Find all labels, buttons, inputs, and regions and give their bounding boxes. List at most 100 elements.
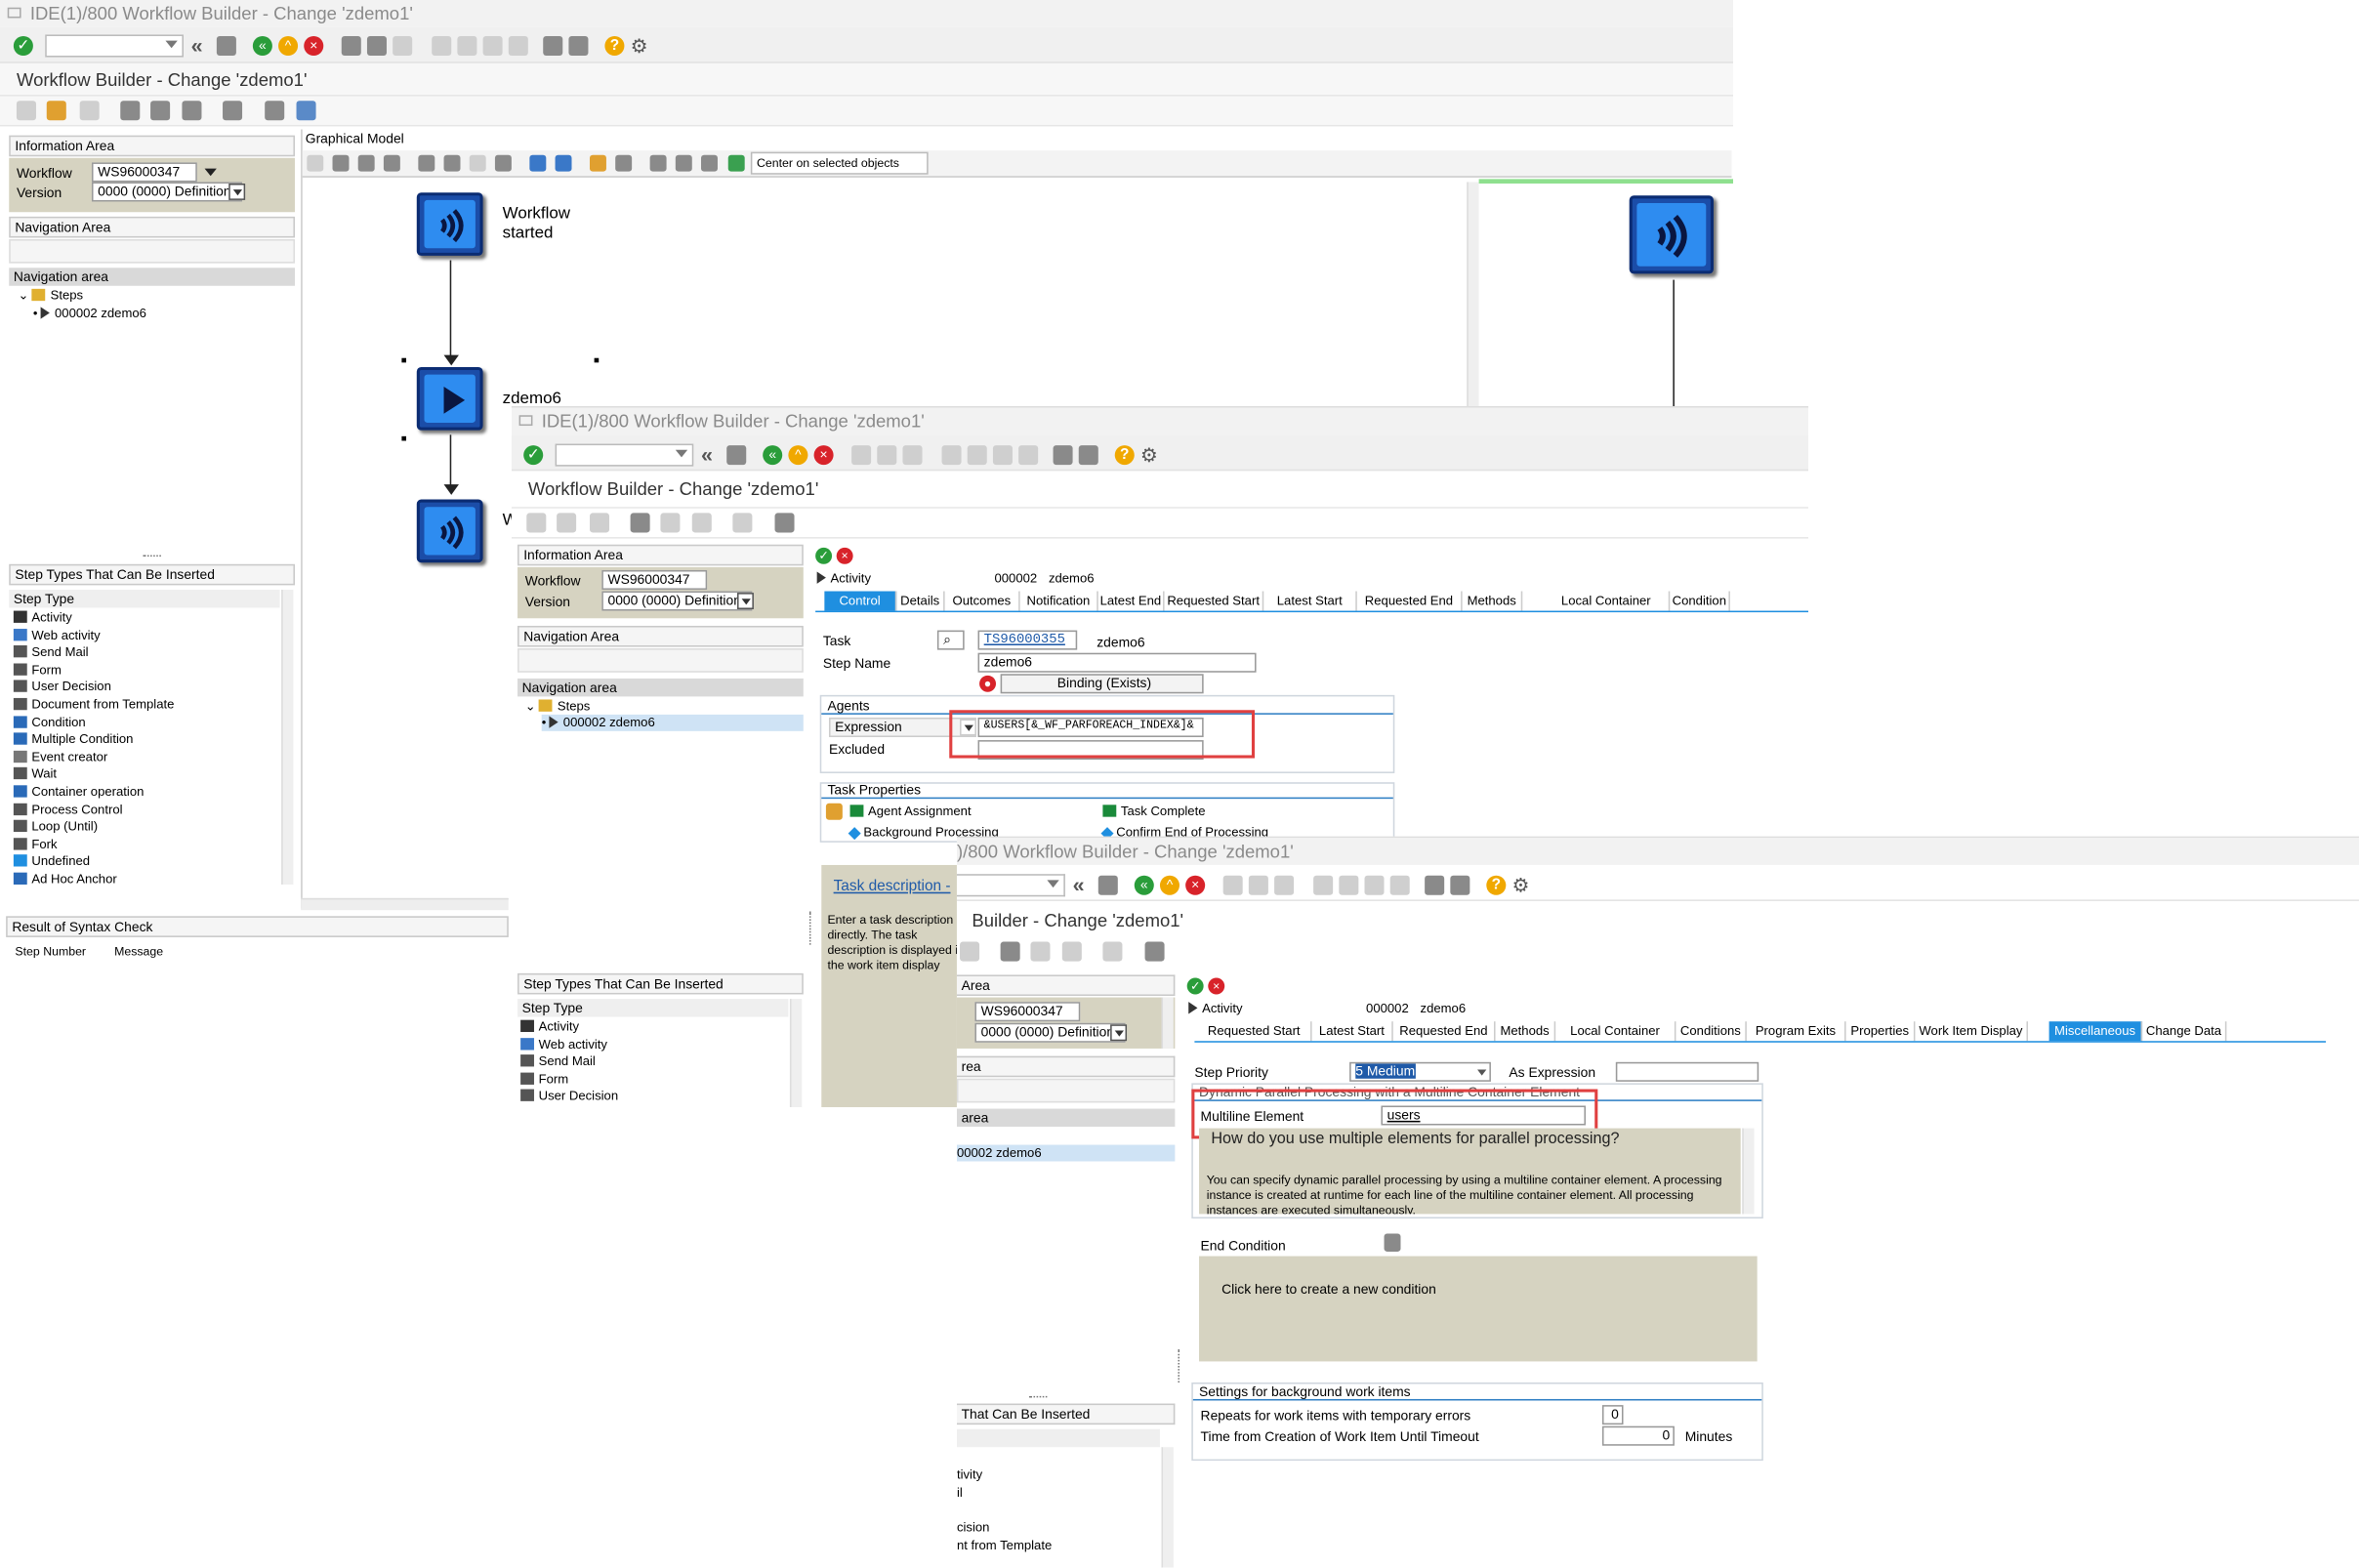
back-icon[interactable]: « (1134, 875, 1154, 895)
version-dropdown-icon[interactable] (228, 183, 246, 200)
step-priority-dropdown-icon[interactable] (1477, 1069, 1487, 1076)
trash-icon[interactable] (1384, 1233, 1401, 1252)
activate-icon[interactable] (150, 101, 171, 121)
first-page-icon[interactable] (1313, 875, 1334, 895)
tab-requested-start[interactable]: Requested Start (1165, 591, 1264, 611)
help-scrollbar[interactable] (1742, 1128, 1755, 1215)
graph-new-icon[interactable] (307, 154, 324, 172)
activate-icon[interactable] (1030, 941, 1051, 962)
find-icon[interactable] (366, 35, 387, 57)
exit-icon[interactable]: ^ (1159, 875, 1180, 895)
close-icon[interactable]: × (1208, 977, 1225, 995)
command-field[interactable] (956, 874, 1065, 897)
tab-change-data[interactable]: Change Data (2142, 1021, 2227, 1042)
other-icon[interactable] (589, 513, 610, 533)
tab-outcomes[interactable]: Outcomes (945, 591, 1020, 611)
print-icon[interactable] (1222, 875, 1243, 895)
task-field[interactable]: TS96000355 (977, 630, 1078, 650)
tab-details[interactable]: Details (896, 591, 945, 611)
tab-miscellaneous[interactable]: Miscellaneous (2049, 1021, 2143, 1042)
save-icon[interactable] (1097, 875, 1118, 895)
gear-icon[interactable]: ⚙ (1512, 876, 1532, 895)
first-page-icon[interactable] (941, 445, 962, 466)
save-icon[interactable] (726, 445, 747, 466)
graph-paste-icon[interactable] (469, 154, 486, 172)
collapse-icon[interactable]: « (1073, 874, 1093, 895)
find-icon[interactable] (877, 445, 897, 466)
tab-conditions[interactable]: Conditions (1676, 1021, 1747, 1042)
workflow-field[interactable]: WS96000347 (601, 569, 708, 590)
step-type-item[interactable]: Form (520, 1071, 568, 1088)
graph-search-icon[interactable] (357, 154, 375, 172)
print-icon[interactable] (341, 35, 361, 57)
workflow-start-node[interactable] (416, 192, 483, 256)
step-type-item[interactable]: Web activity (520, 1036, 607, 1052)
tab-notification[interactable]: Notification (1020, 591, 1098, 611)
step-priority-field[interactable]: 5 Medium (1349, 1061, 1491, 1082)
step-type-item[interactable]: Send Mail (520, 1053, 596, 1070)
last-page-icon[interactable] (1018, 445, 1039, 466)
new-session-icon[interactable] (1053, 445, 1073, 466)
test-icon[interactable] (691, 513, 712, 533)
close-icon[interactable]: × (836, 547, 853, 564)
shortcut-icon[interactable] (568, 35, 589, 57)
step-name-field[interactable]: zdemo6 (977, 652, 1257, 673)
graph-delete-icon[interactable] (383, 154, 400, 172)
tab-latest-end[interactable]: Latest End (1098, 591, 1165, 611)
step-types-scrollbar[interactable] (281, 589, 294, 885)
step-type-item[interactable]: Activity (520, 1018, 579, 1035)
graph-copy-icon[interactable] (443, 154, 461, 172)
step-type-item[interactable]: User Decision (520, 1089, 618, 1105)
workflow-field[interactable]: WS96000347 (91, 162, 197, 183)
w3-info-scroll[interactable] (1161, 997, 1174, 1049)
tree-steps[interactable]: ⌄ Steps (18, 287, 83, 304)
step-type-item[interactable]: Document from Template (13, 696, 174, 713)
condition-area[interactable]: Click here to create a new condition (1199, 1256, 1758, 1362)
next-page-icon[interactable] (992, 445, 1013, 466)
version-field[interactable]: 0000 (0000) Definition (974, 1022, 1126, 1043)
step-type-item[interactable]: Event creator (13, 749, 107, 765)
cancel-icon[interactable]: × (813, 445, 834, 466)
display-icon[interactable] (296, 101, 316, 121)
step-type-item[interactable]: cision (957, 1519, 989, 1536)
test-icon[interactable] (182, 101, 202, 121)
step-type-item[interactable]: il (957, 1485, 963, 1502)
w2-tree-step-item[interactable]: • 000002 zdemo6 (541, 714, 804, 731)
check-icon[interactable] (630, 513, 650, 533)
prev-page-icon[interactable] (1339, 875, 1359, 895)
graph-print-icon[interactable] (494, 154, 512, 172)
prev-page-icon[interactable] (967, 445, 987, 466)
last-page-icon[interactable] (508, 35, 528, 57)
gear-icon[interactable]: ⚙ (631, 36, 650, 56)
center-button[interactable]: Center on selected objects (750, 151, 929, 175)
tree-step-item[interactable]: • 000002 zdemo6 (33, 306, 146, 322)
open-icon[interactable] (46, 101, 66, 121)
tab-requested-end[interactable]: Requested End (1393, 1021, 1496, 1042)
tab-requested-end[interactable]: Requested End (1357, 591, 1463, 611)
binding-button[interactable]: Binding (Exists) (1000, 674, 1204, 694)
find-icon[interactable] (1248, 875, 1268, 895)
panel-hscroll[interactable] (301, 897, 509, 911)
other-icon[interactable] (79, 101, 100, 121)
graph-scrollbar[interactable] (1467, 182, 1479, 408)
w3-tree-step-item[interactable]: 00002 zdemo6 (956, 1144, 1176, 1162)
as-expression-field[interactable] (1615, 1061, 1759, 1082)
tab-methods[interactable]: Methods (1463, 591, 1523, 611)
confirm-icon[interactable]: ✓ (1186, 977, 1204, 995)
w3-vertical-splitter[interactable] (1178, 1349, 1180, 1382)
open-icon[interactable] (557, 513, 577, 533)
undo-icon[interactable] (529, 154, 547, 172)
graph-tree-icon[interactable] (615, 154, 633, 172)
workflow-field[interactable]: WS96000347 (974, 1002, 1081, 1022)
last-page-icon[interactable] (1389, 875, 1410, 895)
step-type-item[interactable]: Undefined (13, 853, 90, 870)
command-field[interactable] (45, 34, 184, 58)
workflow-dropdown-icon[interactable] (204, 168, 217, 177)
vertical-splitter[interactable] (525, 965, 528, 967)
step-type-item[interactable]: Container operation (13, 784, 144, 801)
find-next-icon[interactable] (1274, 875, 1295, 895)
cancel-icon[interactable]: × (1185, 875, 1206, 895)
step-type-item[interactable]: Wait (13, 766, 57, 783)
step-type-item[interactable]: Loop (Until) (13, 818, 98, 835)
step-type-item[interactable]: Ad Hoc Anchor (13, 871, 117, 887)
